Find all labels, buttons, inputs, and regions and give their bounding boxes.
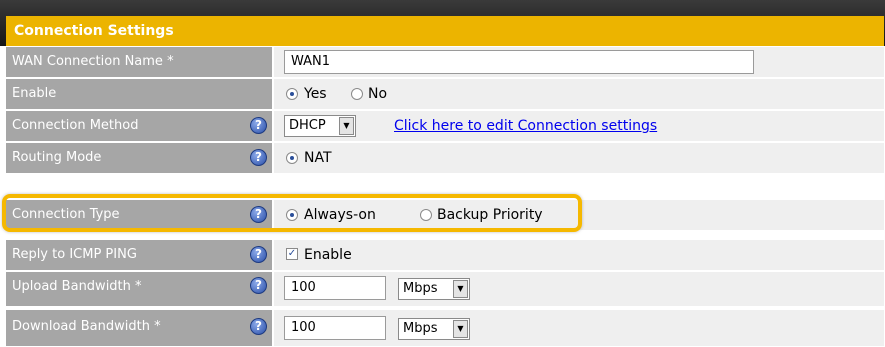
- panel-header: Connection Settings: [0, 0, 885, 46]
- wan-name-label: WAN Connection Name *: [6, 47, 272, 77]
- connection-method-label: Connection Method: [6, 111, 272, 141]
- download-bandwidth-input[interactable]: 100: [284, 316, 386, 340]
- wan-name-input[interactable]: WAN1: [284, 50, 754, 74]
- upload-bandwidth-label: Upload Bandwidth *: [6, 272, 272, 306]
- help-icon[interactable]: ?: [250, 149, 267, 166]
- help-icon[interactable]: ?: [250, 277, 267, 294]
- icmp-ping-checkbox[interactable]: ✓: [286, 248, 298, 260]
- download-unit-value: Mbps: [403, 321, 438, 336]
- backup-priority-label: Backup Priority: [437, 207, 543, 223]
- section-title: Connection Settings: [6, 16, 884, 46]
- help-icon[interactable]: ?: [250, 246, 267, 263]
- enable-yes-radio[interactable]: [286, 88, 298, 100]
- routing-mode-cell: NAT: [274, 143, 884, 173]
- connection-type-label: Connection Type: [6, 200, 272, 230]
- icmp-ping-enable-label: Enable: [304, 247, 352, 263]
- connection-type-cell: Always-on Backup Priority: [274, 200, 884, 230]
- icmp-ping-label: Reply to ICMP PING: [6, 240, 272, 270]
- enable-yes-label: Yes: [304, 86, 327, 102]
- row-download-bandwidth: Download Bandwidth * ? 100 Mbps ▼: [6, 310, 884, 346]
- row-connection-method: Connection Method ? DHCP ▼ Click here to…: [6, 111, 884, 142]
- row-routing-mode: Routing Mode ? NAT: [6, 143, 884, 174]
- connection-method-value: DHCP: [289, 118, 326, 133]
- routing-nat-label: NAT: [304, 150, 332, 166]
- enable-label: Enable: [6, 79, 272, 109]
- connection-method-select[interactable]: DHCP ▼: [284, 115, 356, 137]
- wan-name-cell: WAN1: [274, 47, 884, 77]
- routing-mode-label: Routing Mode: [6, 143, 272, 173]
- upload-bandwidth-cell: 100 Mbps ▼: [274, 272, 884, 306]
- upload-bandwidth-input[interactable]: 100: [284, 276, 386, 300]
- enable-no-radio[interactable]: [351, 88, 363, 100]
- always-on-label: Always-on: [304, 207, 376, 223]
- upload-unit-select[interactable]: Mbps ▼: [398, 278, 470, 300]
- backup-priority-radio[interactable]: [420, 209, 432, 221]
- download-bandwidth-label: Download Bandwidth *: [6, 310, 272, 346]
- help-icon[interactable]: ?: [250, 117, 267, 134]
- download-unit-select[interactable]: Mbps ▼: [398, 318, 470, 340]
- connection-method-cell: DHCP ▼ Click here to edit Connection set…: [274, 111, 884, 141]
- dropdown-arrow-icon: ▼: [339, 117, 354, 135]
- always-on-radio[interactable]: [286, 209, 298, 221]
- row-enable: Enable Yes No: [6, 79, 884, 110]
- row-wan-connection-name: WAN Connection Name * WAN1: [6, 47, 884, 78]
- row-upload-bandwidth: Upload Bandwidth * ? 100 Mbps ▼: [6, 272, 884, 308]
- checkmark-icon: ✓: [287, 248, 297, 259]
- routing-nat-radio[interactable]: [286, 152, 298, 164]
- help-icon[interactable]: ?: [250, 206, 267, 223]
- help-icon[interactable]: ?: [250, 318, 267, 335]
- dropdown-arrow-icon: ▼: [453, 320, 468, 338]
- row-icmp-ping: Reply to ICMP PING ? ✓ Enable: [6, 240, 884, 271]
- upload-unit-value: Mbps: [403, 281, 438, 296]
- edit-connection-settings-link[interactable]: Click here to edit Connection settings: [394, 118, 657, 135]
- dropdown-arrow-icon: ▼: [453, 280, 468, 298]
- download-bandwidth-cell: 100 Mbps ▼: [274, 310, 884, 346]
- enable-cell: Yes No: [274, 79, 884, 109]
- enable-no-label: No: [368, 86, 388, 102]
- icmp-ping-cell: ✓ Enable: [274, 240, 884, 270]
- row-connection-type: Connection Type ? Always-on Backup Prior…: [6, 200, 884, 231]
- connection-settings-panel: Connection Settings WAN Connection Name …: [0, 0, 885, 347]
